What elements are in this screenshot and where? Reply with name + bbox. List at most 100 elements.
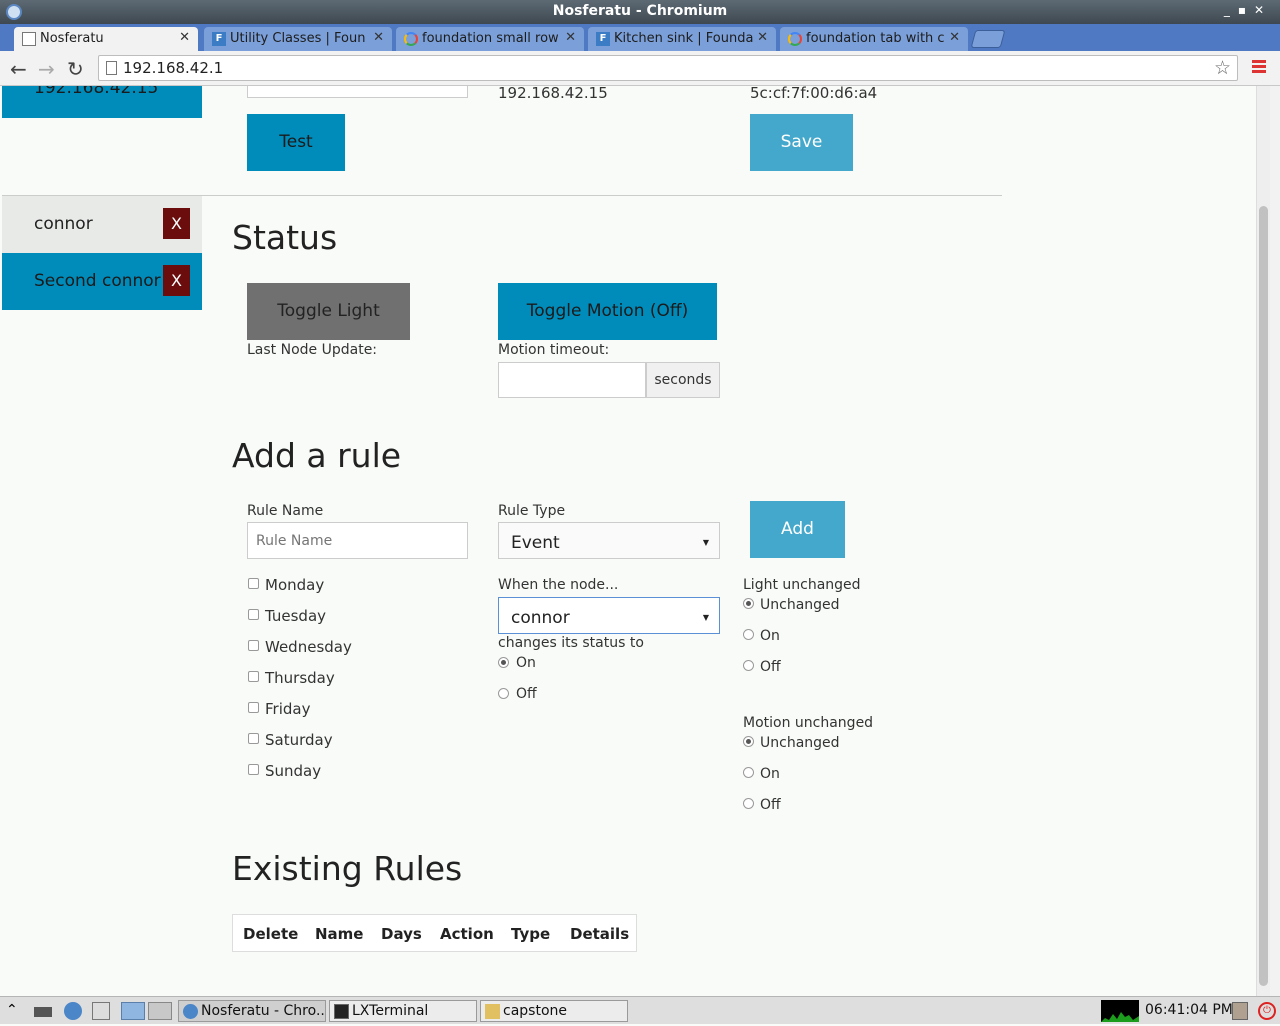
rule-type-select[interactable]: Event ▼: [498, 522, 720, 559]
node-ip-value: 192.168.42.15: [498, 86, 608, 102]
foundation-icon: F: [212, 32, 226, 46]
address-bar[interactable]: 192.168.42.1 ☆: [98, 55, 1238, 81]
browser-launcher-icon[interactable]: [64, 1002, 82, 1020]
sidebar-item-second-connor[interactable]: Second connor X: [2, 253, 202, 310]
delete-node-button[interactable]: X: [163, 265, 190, 296]
menu-icon[interactable]: [1252, 60, 1266, 75]
sidebar-item-label: Second connor: [34, 271, 161, 291]
tab-label: Kitchen sink | Founda: [614, 31, 754, 46]
chromium-icon: [183, 1004, 198, 1019]
light-radio-on-label: On: [760, 628, 780, 644]
column-header-details: Details: [570, 925, 630, 943]
add-rule-heading: Add a rule: [232, 436, 402, 475]
light-radio-off[interactable]: [743, 660, 754, 671]
tab-foundation-tab[interactable]: foundation tab with c ✕: [780, 27, 968, 51]
toggle-motion-button[interactable]: Toggle Motion (Off): [498, 283, 717, 340]
sidebar-item-connor[interactable]: connor X: [2, 196, 202, 253]
save-button[interactable]: Save: [750, 114, 853, 171]
close-icon[interactable]: ✕: [757, 30, 768, 45]
last-node-update-label: Last Node Update:: [247, 342, 378, 358]
scrollbar-thumb[interactable]: [1259, 206, 1268, 986]
sidebar-item-label: connor: [34, 214, 93, 234]
node-select[interactable]: connor ▼: [498, 597, 720, 634]
sidebar-item-node-ip[interactable]: 192.168.42.15: [2, 86, 202, 118]
vertical-scrollbar[interactable]: [1256, 86, 1270, 996]
add-rule-button[interactable]: Add: [750, 501, 845, 558]
motion-unchanged-label: Motion unchanged: [743, 715, 874, 731]
minimize-all-icon[interactable]: [34, 1007, 52, 1017]
foundation-icon: F: [596, 32, 610, 46]
desktop-1-icon[interactable]: [121, 1002, 145, 1020]
status-radio-on[interactable]: [498, 657, 509, 668]
star-icon[interactable]: ☆: [1214, 57, 1231, 79]
window-controls[interactable]: _▪✕: [1224, 3, 1272, 17]
tab-label: Nosferatu: [40, 31, 104, 46]
day-checkbox-sunday[interactable]: [248, 764, 259, 775]
tab-foundation-small-row[interactable]: foundation small row ✕: [396, 27, 584, 51]
page-icon: [22, 32, 36, 46]
screen-lock-icon[interactable]: [1232, 1002, 1248, 1020]
tab-label: foundation tab with c: [806, 31, 945, 46]
desktop-2-icon[interactable]: [148, 1002, 172, 1020]
light-radio-off-label: Off: [760, 659, 781, 675]
tab-utility-classes[interactable]: F Utility Classes | Foun ✕: [204, 27, 392, 51]
taskbar-window-capstone[interactable]: capstone: [480, 1000, 628, 1022]
close-icon[interactable]: ✕: [373, 30, 384, 45]
node-name-input[interactable]: [247, 86, 468, 98]
toggle-light-button[interactable]: Toggle Light: [247, 283, 410, 340]
motion-timeout-label: Motion timeout:: [498, 342, 610, 358]
node-select-value: connor: [511, 608, 570, 628]
close-icon[interactable]: ✕: [949, 30, 960, 45]
menu-start-icon[interactable]: ⌃: [6, 1002, 24, 1020]
day-checkbox-friday[interactable]: [248, 702, 259, 713]
day-checkbox-saturday[interactable]: [248, 733, 259, 744]
day-label-thursday: Thursday: [265, 669, 335, 687]
light-radio-unchanged-label: Unchanged: [760, 597, 840, 613]
tab-strip: Nosferatu ✕ F Utility Classes | Foun ✕ f…: [0, 24, 1280, 51]
clock: 06:41:04 PM: [1145, 1002, 1233, 1018]
status-radio-on-label: On: [516, 655, 536, 671]
window-border: [1270, 86, 1280, 996]
reload-icon[interactable]: ↻: [67, 57, 84, 81]
rule-name-input[interactable]: [247, 522, 468, 559]
tab-kitchen-sink[interactable]: F Kitchen sink | Founda ✕: [588, 27, 776, 51]
column-header-delete: Delete: [243, 925, 299, 943]
motion-radio-off[interactable]: [743, 798, 754, 809]
motion-radio-on[interactable]: [743, 767, 754, 778]
motion-timeout-input[interactable]: [498, 362, 646, 398]
light-radio-unchanged[interactable]: [743, 598, 754, 609]
folder-icon: [485, 1004, 500, 1019]
tab-nosferatu[interactable]: Nosferatu ✕: [14, 27, 198, 51]
rules-table-header: Delete Name Days Action Type Details: [232, 914, 637, 952]
status-radio-off[interactable]: [498, 688, 509, 699]
taskbar-window-chromium[interactable]: Nosferatu - Chro...: [178, 1000, 326, 1022]
power-icon[interactable]: ⏻: [1258, 1002, 1276, 1020]
forward-arrow-icon[interactable]: →: [38, 57, 55, 81]
delete-node-button[interactable]: X: [163, 208, 190, 239]
taskbar-window-label: capstone: [503, 1003, 567, 1019]
rule-type-value: Event: [511, 533, 560, 553]
column-header-type: Type: [511, 925, 551, 943]
rule-type-label: Rule Type: [498, 503, 566, 519]
page-content: 192.168.42.15 192.168.42.15 5c:cf:7f:00:…: [0, 86, 1256, 996]
day-checkbox-thursday[interactable]: [248, 671, 259, 682]
sidebar-item-label: 192.168.42.15: [34, 86, 159, 98]
back-arrow-icon[interactable]: ←: [10, 57, 27, 81]
motion-radio-unchanged[interactable]: [743, 736, 754, 747]
file-manager-icon[interactable]: [92, 1002, 110, 1020]
new-tab-button[interactable]: [970, 30, 1006, 48]
terminal-icon: [334, 1004, 349, 1019]
day-checkbox-wednesday[interactable]: [248, 640, 259, 651]
motion-radio-off-label: Off: [760, 797, 781, 813]
close-icon[interactable]: ✕: [565, 30, 576, 45]
when-node-label: When the node...: [498, 577, 619, 593]
day-label-saturday: Saturday: [265, 731, 333, 749]
close-icon[interactable]: ✕: [179, 30, 190, 45]
day-checkbox-monday[interactable]: [248, 578, 259, 589]
chevron-down-icon: ▼: [702, 538, 709, 547]
taskbar-window-lxterminal[interactable]: LXTerminal: [329, 1000, 477, 1022]
day-checkbox-tuesday[interactable]: [248, 609, 259, 620]
rule-name-label: Rule Name: [247, 503, 324, 519]
test-button[interactable]: Test: [247, 114, 345, 171]
light-radio-on[interactable]: [743, 629, 754, 640]
